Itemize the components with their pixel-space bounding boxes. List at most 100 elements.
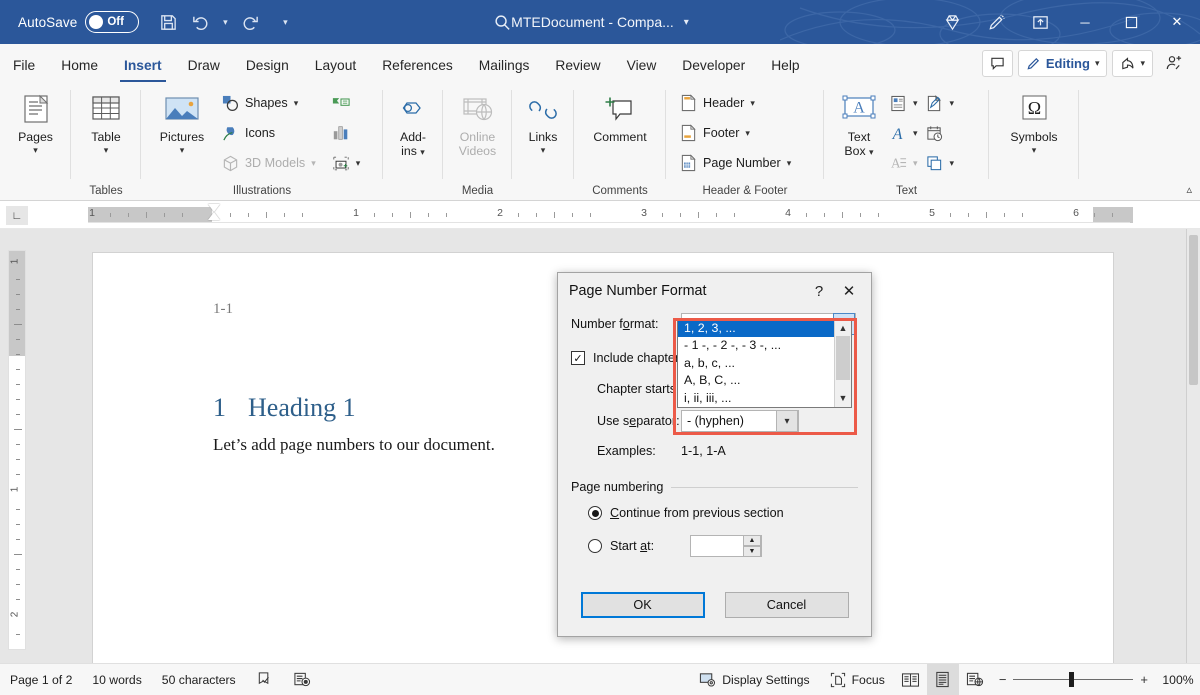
page-number-button[interactable]: Page Number ▾ [676,148,794,178]
first-line-indent-marker[interactable] [208,204,220,212]
tab-stop-selector[interactable]: ∟ [6,206,28,225]
tab-references[interactable]: References [369,48,466,82]
chevron-down-icon[interactable]: ▾ [33,146,38,155]
autosave-control[interactable]: AutoSave Off [18,11,139,33]
tab-design[interactable]: Design [233,48,302,82]
start-at-spinner[interactable]: ▲ ▼ [690,535,762,557]
read-mode-icon[interactable] [895,664,927,695]
start-at-row[interactable]: Start at: ▲ ▼ [588,532,858,560]
page-number-format-dialog[interactable]: Page Number Format ? ✕ Number format: 1,… [557,272,872,637]
text-box-button[interactable]: A TextBox ▾ [834,87,884,159]
document-vertical-scrollbar[interactable] [1186,229,1200,663]
symbols-button[interactable]: Ω Symbols ▾ [996,87,1072,155]
shapes-button[interactable]: Shapes ▾ [218,88,319,118]
start-at-radio[interactable] [588,539,602,553]
zoom-track[interactable] [1013,679,1133,681]
undo-dropdown-icon[interactable]: ▾ [217,7,233,37]
chevron-down-icon[interactable]: ▾ [104,146,109,155]
date-time-button[interactable] [923,118,958,148]
icons-button[interactable]: Icons [218,118,319,148]
new-comment-button[interactable]: Comment [581,87,659,145]
chevron-down-icon[interactable]: ▾ [913,98,918,109]
tab-draw[interactable]: Draw [175,48,233,82]
object-button[interactable]: ▾ [923,148,958,178]
print-layout-icon[interactable] [927,664,959,695]
search-icon[interactable] [487,7,517,37]
tab-review[interactable]: Review [542,48,613,82]
maximize-button[interactable] [1108,0,1154,44]
chevron-down-icon[interactable]: ▾ [950,158,955,169]
share-button[interactable]: ▾ [1112,50,1153,77]
zoom-slider[interactable]: − + [991,672,1156,687]
chevron-down-icon[interactable]: ▾ [294,98,299,109]
dropdown-option[interactable]: - 1 -, - 2 -, - 3 -, ... [678,337,851,355]
editing-mode-button[interactable]: Editing ▾ [1018,50,1108,77]
chevron-down-icon[interactable]: ▾ [950,98,955,109]
web-layout-icon[interactable] [959,664,991,695]
redo-icon[interactable] [235,7,265,37]
restore-window-icon[interactable] [1018,0,1062,44]
zoom-thumb[interactable] [1069,672,1074,687]
scroll-down-icon[interactable]: ▼ [835,390,851,407]
ok-button[interactable]: OK [581,592,705,618]
tab-mailings[interactable]: Mailings [466,48,543,82]
quick-parts-button[interactable]: ▾ [886,88,921,118]
focus-button[interactable]: Focus [820,664,895,695]
save-icon[interactable] [153,7,183,37]
chevron-down-icon[interactable]: ▾ [356,158,361,169]
diamond-icon[interactable] [930,0,974,44]
spinner-buttons[interactable]: ▲ ▼ [743,535,761,557]
continue-from-previous-radio[interactable] [588,506,602,520]
close-icon[interactable]: ✕ [833,277,865,305]
screenshot-button[interactable]: ▾ [329,148,364,178]
tab-layout[interactable]: Layout [302,48,369,82]
chevron-down-icon[interactable]: ▾ [420,147,425,157]
chevron-down-icon[interactable]: ▾ [776,410,798,432]
scroll-up-icon[interactable]: ▲ [835,319,851,336]
include-chapter-checkbox[interactable]: ✓ [571,351,585,365]
tab-developer[interactable]: Developer [669,48,758,82]
scrollbar-thumb[interactable] [836,336,850,380]
tab-view[interactable]: View [614,48,670,82]
spinner-down-icon[interactable]: ▼ [743,546,761,557]
pages-button[interactable]: Pages ▾ [7,87,64,155]
tab-help[interactable]: Help [758,48,812,82]
customize-qat-icon[interactable]: ▾ [277,7,293,37]
cancel-button[interactable]: Cancel [725,592,849,618]
document-title-button[interactable]: MTEDocument - Compa... ▾ [511,14,689,30]
tab-file[interactable]: File [0,48,48,82]
links-button[interactable]: Links ▾ [519,87,567,155]
chevron-down-icon[interactable]: ▾ [1140,58,1145,69]
undo-icon[interactable] [185,7,215,37]
footer-button[interactable]: Footer ▾ [676,118,794,148]
page-count-label[interactable]: Page 1 of 2 [0,664,82,695]
smartart-button[interactable] [329,88,364,118]
display-settings-button[interactable]: Display Settings [689,664,819,695]
chevron-down-icon[interactable]: ▾ [684,17,689,28]
zoom-percentage[interactable]: 100% [1156,673,1200,687]
share-people-icon[interactable] [1158,50,1190,77]
pen-icon[interactable] [974,0,1018,44]
chevron-down-icon[interactable]: ▾ [750,98,755,109]
dropdown-option[interactable]: a, b, c, ... [678,354,851,372]
spinner-up-icon[interactable]: ▲ [743,535,761,546]
header-button[interactable]: Header ▾ [676,88,794,118]
word-count-label[interactable]: 10 words [82,664,151,695]
hanging-indent-marker[interactable] [208,212,220,220]
signature-line-button[interactable]: ▾ [923,88,958,118]
dropdown-option[interactable]: A, B, C, ... [678,372,851,390]
scrollbar-thumb[interactable] [1189,235,1198,385]
chevron-down-icon[interactable]: ▾ [541,146,546,155]
collapse-ribbon-icon[interactable]: ▵ [1186,183,1192,196]
tab-home[interactable]: Home [48,48,111,82]
dropdown-scrollbar[interactable]: ▲ ▼ [834,319,851,407]
chevron-down-icon[interactable]: ▾ [913,128,918,139]
horizontal-ruler[interactable]: ∟ 1 1 2 3 4 5 [0,201,1200,229]
autosave-toggle[interactable]: Off [85,11,139,33]
tab-insert[interactable]: Insert [111,48,175,82]
chart-button[interactable] [329,118,364,148]
proofing-icon[interactable] [246,664,283,695]
chevron-down-icon[interactable]: ▾ [869,147,874,157]
continue-from-previous-row[interactable]: Continue from previous section [588,499,858,527]
use-separator-combobox[interactable]: - (hyphen) ▾ [681,410,799,432]
